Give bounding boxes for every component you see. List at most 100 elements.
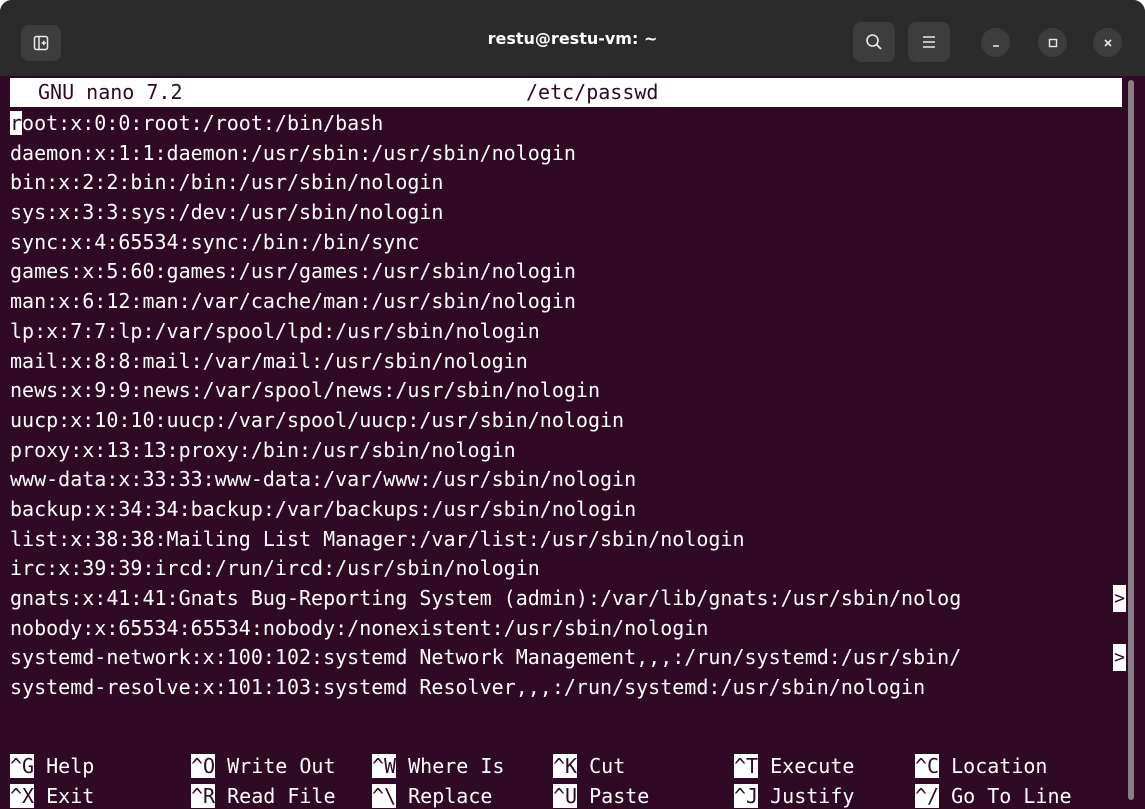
title-bar: restu@restu-vm: ~ — [0, 0, 1145, 76]
shortcut-key: ^\ — [372, 784, 397, 808]
shortcut-key: ^U — [553, 784, 578, 808]
shortcut-key: ^R — [191, 784, 216, 808]
shortcut-label: Cut — [589, 754, 626, 778]
minimize-icon — [992, 44, 999, 47]
line-text: sys:x:3:3:sys:/dev:/usr/sbin/nologin — [10, 200, 444, 225]
line-text: lp:x:7:7:lp:/var/spool/lpd:/usr/sbin/nol… — [10, 318, 540, 343]
shortcut-item[interactable]: ^K Cut — [553, 752, 625, 781]
terminal-window: restu@restu-vm: ~ GNU nano 7.2 /etc/pass… — [0, 0, 1145, 809]
line-text: sync:x:4:65534:sync:/bin:/bin/sync — [10, 229, 420, 254]
text-line[interactable]: news:x:9:9:news:/var/spool/news:/usr/sbi… — [10, 376, 1126, 406]
text-line[interactable]: irc:x:39:39:ircd:/run/ircd:/usr/sbin/nol… — [10, 554, 1126, 584]
menu-button[interactable] — [908, 22, 950, 62]
shortcut-item[interactable]: ^/ Go To Line — [915, 782, 1072, 809]
shortcut-key: ^G — [10, 754, 35, 778]
text-line[interactable]: daemon:x:1:1:daemon:/usr/sbin:/usr/sbin/… — [10, 139, 1126, 169]
line-text: oot:x:0:0:root:/root:/bin/bash — [22, 111, 384, 135]
hamburger-menu-icon — [923, 36, 935, 48]
shortcut-label: Replace — [408, 784, 493, 808]
shortcut-key: ^K — [553, 754, 578, 778]
text-line[interactable]: systemd-resolve:x:101:103:systemd Resolv… — [10, 673, 1126, 703]
shortcut-item[interactable]: ^T Execute — [734, 752, 854, 781]
text-line[interactable]: proxy:x:13:13:proxy:/bin:/usr/sbin/nolog… — [10, 436, 1126, 466]
text-line[interactable]: lp:x:7:7:lp:/var/spool/lpd:/usr/sbin/nol… — [10, 317, 1126, 347]
new-tab-icon — [33, 35, 49, 51]
shortcut-key: ^J — [734, 784, 759, 808]
line-text: irc:x:39:39:ircd:/run/ircd:/usr/sbin/nol… — [10, 556, 540, 581]
line-text: uucp:x:10:10:uucp:/var/spool/uucp:/usr/s… — [10, 407, 625, 432]
text-line[interactable]: sys:x:3:3:sys:/dev:/usr/sbin/nologin — [10, 198, 1126, 228]
line-continues-marker: > — [1113, 585, 1126, 612]
line-text: nobody:x:65534:65534:nobody:/nonexistent… — [10, 615, 709, 640]
line-text: systemd-network:x:100:102:systemd Networ… — [10, 645, 962, 670]
shortcut-label: Paste — [589, 784, 650, 808]
shortcut-item[interactable]: ^R Read File — [191, 782, 336, 809]
shortcut-label: Location — [951, 754, 1048, 778]
text-line[interactable]: www-data:x:33:33:www-data:/var/www:/usr/… — [10, 465, 1126, 495]
text-line[interactable]: list:x:38:38:Mailing List Manager:/var/l… — [10, 525, 1126, 555]
line-text: man:x:6:12:man:/var/cache/man:/usr/sbin/… — [10, 289, 576, 314]
shortcut-label: Justify — [770, 784, 855, 808]
minimize-button[interactable] — [981, 28, 1010, 57]
search-icon — [866, 34, 882, 50]
maximize-button[interactable] — [1038, 28, 1067, 57]
line-text: gnats:x:41:41:Gnats Bug-Reporting System… — [10, 586, 962, 610]
text-line[interactable]: root:x:0:0:root:/root:/bin/bash — [10, 109, 1126, 139]
shortcut-label: Read File — [227, 784, 336, 808]
text-line[interactable]: sync:x:4:65534:sync:/bin:/bin/sync — [10, 228, 1126, 258]
line-continues-marker: > — [1113, 644, 1126, 672]
text-line[interactable]: bin:x:2:2:bin:/bin:/usr/sbin/nologin — [10, 168, 1126, 198]
shortcut-label: Help — [46, 754, 95, 778]
line-text: proxy:x:13:13:proxy:/bin:/usr/sbin/nolog… — [10, 437, 516, 462]
close-icon — [1103, 38, 1112, 47]
shortcut-item[interactable]: ^W Where Is — [372, 752, 504, 781]
shortcut-item[interactable]: ^X Exit — [10, 782, 94, 809]
maximize-icon — [1048, 38, 1057, 47]
shortcut-label: Where Is — [408, 754, 505, 778]
text-line[interactable]: mail:x:8:8:mail:/var/mail:/usr/sbin/nolo… — [10, 347, 1126, 377]
text-line[interactable]: nobody:x:65534:65534:nobody:/nonexistent… — [10, 614, 1126, 644]
line-text: games:x:5:60:games:/usr/games:/usr/sbin/… — [10, 259, 576, 284]
shortcut-key: ^W — [372, 754, 397, 778]
text-line[interactable]: systemd-network:x:100:102:systemd Networ… — [10, 643, 1126, 673]
shortcut-key: ^X — [10, 784, 35, 808]
text-line[interactable]: gnats:x:41:41:Gnats Bug-Reporting System… — [10, 584, 1126, 614]
shortcut-item[interactable]: ^U Paste — [553, 782, 649, 809]
shortcut-label: Exit — [46, 784, 95, 808]
terminal-content[interactable]: GNU nano 7.2 /etc/passwd root:x:0:0:root… — [10, 76, 1126, 809]
line-text: list:x:38:38:Mailing List Manager:/var/l… — [10, 526, 745, 551]
nano-version: GNU nano 7.2 — [38, 80, 183, 104]
line-text: bin:x:2:2:bin:/bin:/usr/sbin/nologin — [10, 170, 444, 195]
window-title: restu@restu-vm: ~ — [487, 28, 658, 48]
nano-title-bar: GNU nano 7.2 /etc/passwd — [10, 78, 1122, 107]
text-line[interactable]: uucp:x:10:10:uucp:/var/spool/uucp:/usr/s… — [10, 406, 1126, 436]
new-tab-button[interactable] — [21, 25, 61, 61]
text-cursor: r — [10, 111, 23, 135]
file-name: /etc/passwd — [526, 80, 659, 104]
shortcut-item[interactable]: ^O Write Out — [191, 752, 336, 781]
file-text-area[interactable]: root:x:0:0:root:/root:/bin/bash daemon:x:… — [10, 109, 1126, 703]
line-text: www-data:x:33:33:www-data:/var/www:/usr/… — [10, 467, 637, 492]
shortcut-key: ^C — [915, 754, 940, 778]
text-line[interactable]: backup:x:34:34:backup:/var/backups:/usr/… — [10, 495, 1126, 525]
shortcut-label: Write Out — [227, 754, 336, 778]
line-text: systemd-resolve:x:101:103:systemd Resolv… — [10, 675, 926, 700]
shortcut-label: Go To Line — [951, 784, 1072, 808]
text-line[interactable]: games:x:5:60:games:/usr/games:/usr/sbin/… — [10, 257, 1126, 287]
shortcut-label: Execute — [770, 754, 855, 778]
shortcut-item[interactable]: ^J Justify — [734, 782, 854, 809]
shortcut-item[interactable]: ^\ Replace — [372, 782, 492, 809]
shortcut-key: ^T — [734, 754, 759, 778]
text-line[interactable]: man:x:6:12:man:/var/cache/man:/usr/sbin/… — [10, 287, 1126, 317]
line-text: mail:x:8:8:mail:/var/mail:/usr/sbin/nolo… — [10, 348, 528, 373]
shortcut-item[interactable]: ^G Help — [10, 752, 94, 781]
line-text: backup:x:34:34:backup:/var/backups:/usr/… — [10, 496, 637, 521]
shortcut-key: ^O — [191, 754, 216, 778]
shortcut-item[interactable]: ^C Location — [915, 752, 1047, 781]
shortcut-key: ^/ — [915, 784, 940, 808]
scrollbar[interactable] — [1128, 80, 1134, 800]
shortcut-bar: ^G Help ^O Write Out ^W Where Is ^K Cut ^T E… — [10, 752, 1126, 809]
close-button[interactable] — [1093, 28, 1122, 57]
search-button[interactable] — [853, 22, 895, 62]
line-text: daemon:x:1:1:daemon:/usr/sbin:/usr/sbin/… — [10, 140, 576, 165]
